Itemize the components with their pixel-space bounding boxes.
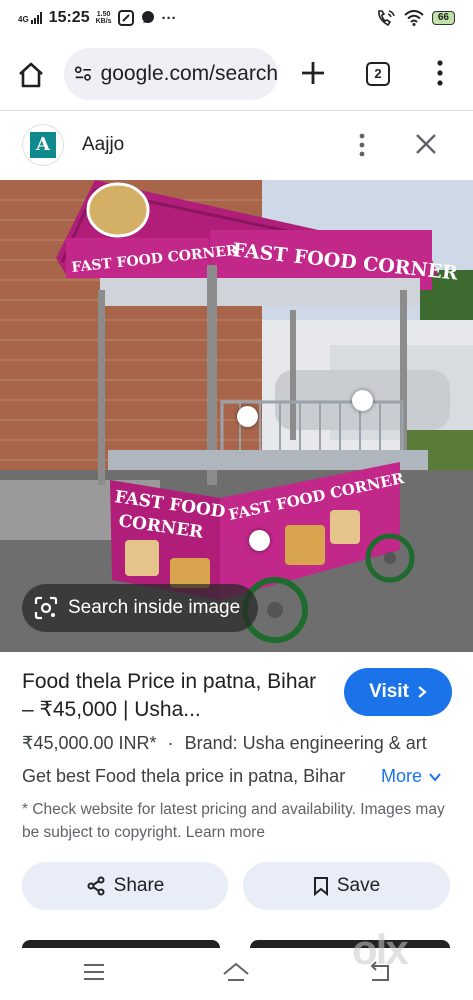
price-brand-line: ₹45,000.00 INR* · Brand: Usha engineerin… (22, 733, 462, 754)
result-title[interactable]: Food thela Price in patna, Bihar – ₹45,0… (22, 668, 332, 724)
new-tab-icon[interactable] (298, 58, 328, 88)
brand: Brand: Usha engineering & art (184, 733, 427, 753)
browser-menu-icon[interactable] (430, 58, 450, 88)
clock: 15:25 (48, 9, 90, 26)
toolbar-divider (0, 110, 473, 111)
bookmark-icon (313, 877, 328, 896)
more-options-icon[interactable] (352, 132, 372, 158)
home-button-icon[interactable] (16, 60, 46, 90)
lens-icon (34, 596, 58, 620)
share-label: Share (113, 875, 165, 896)
description-line: Get best Food thela price in patna, Biha… (22, 766, 462, 790)
share-icon (87, 876, 105, 896)
share-button[interactable]: Share (22, 862, 228, 910)
price: ₹45,000.00 INR* (22, 733, 157, 753)
tab-switcher-button[interactable]: 2 (366, 62, 390, 86)
visual-search-hotspot[interactable] (352, 390, 373, 411)
description: Get best Food thela price in patna, Biha… (22, 766, 346, 786)
olx-watermark: olx (352, 926, 409, 973)
source-logo-letter: A (30, 132, 56, 158)
visit-label: Visit (369, 681, 409, 702)
close-icon[interactable] (414, 132, 438, 156)
save-button[interactable]: Save (243, 862, 450, 910)
copyright-note: * Check website for latest pricing and a… (22, 801, 445, 841)
signal-indicator: 4G (18, 12, 43, 24)
next-result-peek[interactable] (250, 940, 450, 948)
visual-search-hotspot[interactable] (237, 406, 258, 427)
signal-icon (30, 12, 42, 24)
chevron-down-icon (429, 773, 441, 782)
more-notifications-icon: ··· (161, 9, 177, 27)
network-type: 4G (18, 15, 29, 24)
browser-toolbar: google.com/search 2 (0, 46, 473, 102)
image-source-bar: A Aajjo (0, 118, 473, 172)
address-bar[interactable]: google.com/search (64, 48, 278, 100)
speed-unit: KB/s (95, 18, 112, 25)
url-text[interactable]: google.com/search (101, 62, 278, 86)
separator: · (167, 733, 174, 753)
speed-value: 1.50 (96, 11, 111, 18)
status-bar: 4G 15:25 1.50 KB/s ··· 66 (0, 0, 473, 36)
visual-search-hotspot[interactable] (249, 530, 270, 551)
home-nav-icon[interactable] (222, 960, 250, 984)
battery-indicator: 66 (431, 11, 455, 25)
wifi-icon (404, 10, 424, 26)
search-inside-image-button[interactable]: Search inside image (22, 584, 258, 632)
next-result-peek[interactable] (22, 940, 220, 948)
network-speed: 1.50 KB/s (96, 11, 112, 25)
chat-notification-icon (141, 11, 154, 23)
source-logo[interactable]: A (22, 124, 64, 166)
save-label: Save (336, 875, 381, 896)
recent-apps-icon[interactable] (80, 960, 108, 984)
search-inside-image-label: Search inside image (68, 597, 241, 618)
visit-button[interactable]: Visit (344, 668, 452, 716)
site-settings-icon[interactable] (74, 64, 93, 84)
more-label: More (381, 766, 423, 786)
chevron-right-icon (418, 686, 427, 698)
source-name[interactable]: Aajjo (82, 134, 124, 156)
wifi-calling-icon (377, 10, 395, 27)
more-link[interactable]: More (381, 766, 441, 787)
result-image[interactable]: FAST FOOD CORNER FAST FOOD CORNER FAST F… (0, 180, 473, 652)
notification-app-icon (117, 10, 134, 26)
